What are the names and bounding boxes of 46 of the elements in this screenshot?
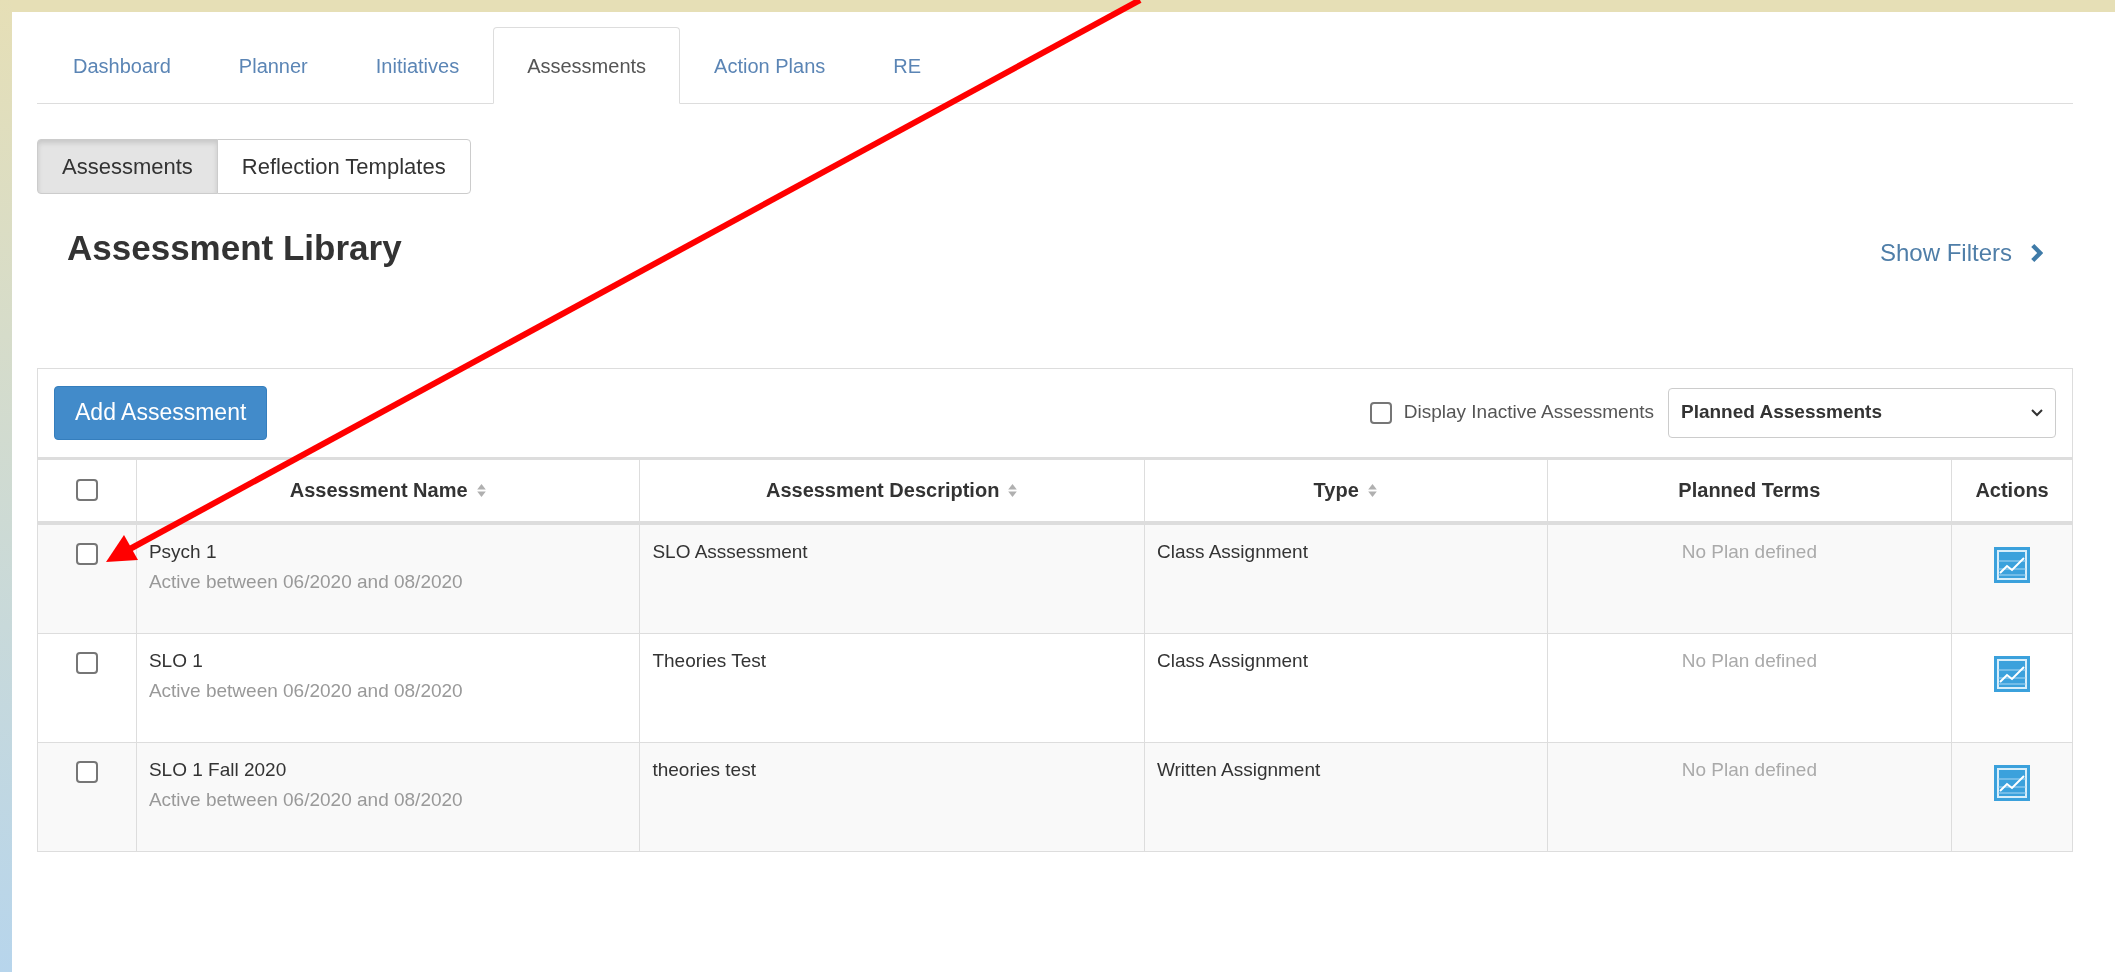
assessment-name: Psych 1	[148, 539, 217, 564]
sub-tab[interactable]: Assessments	[37, 139, 218, 194]
active-dates: Active between 06/2020 and 08/2020	[148, 787, 463, 812]
active-dates: Active between 06/2020 and 08/2020	[148, 569, 463, 594]
checkbox[interactable]	[1369, 401, 1392, 424]
sort-icon[interactable]	[475, 482, 487, 498]
column-header[interactable]: Type	[1313, 475, 1359, 505]
row-checkbox[interactable]	[75, 651, 98, 674]
nav-tab[interactable]: Assessments	[493, 27, 681, 104]
assessment-name: SLO 1 Fall 2020	[148, 757, 287, 782]
row-checkbox[interactable]	[75, 542, 98, 565]
table-cell: theories test	[652, 758, 756, 780]
column-header[interactable]: Assessment Description	[765, 475, 1000, 505]
table-cell: Written Assignment	[1156, 758, 1321, 780]
nav-tab[interactable]: Initiatives	[341, 27, 494, 104]
table-cell: Class Assignment	[1156, 540, 1308, 562]
sort-icon[interactable]	[1007, 482, 1019, 498]
add-assessment-button[interactable]: Add Assessment	[54, 385, 268, 440]
nav-tab[interactable]: Dashboard	[39, 27, 205, 104]
chevron-down-icon	[2031, 408, 2043, 417]
nav-tab[interactable]: Planner	[204, 27, 342, 104]
column-header: Planned Terms	[1678, 478, 1821, 503]
chart-icon[interactable]	[1994, 655, 2031, 692]
chart-icon[interactable]	[1994, 546, 2031, 583]
column-header[interactable]: Assessment Name	[289, 475, 468, 505]
chevron-right-icon	[2030, 243, 2043, 264]
table-cell: SLO Asssessment	[652, 540, 808, 562]
table-cell: Theories Test	[652, 649, 767, 671]
show-filters-link[interactable]: Show Filters	[1879, 235, 2043, 272]
nav-tab[interactable]: Action Plans	[680, 27, 860, 104]
table-cell: No Plan defined	[1681, 649, 1817, 671]
assessment-filter-select[interactable]: Planned Assessments	[1668, 387, 2056, 438]
table-cell: No Plan defined	[1681, 540, 1817, 562]
sub-tab[interactable]: Reflection Templates	[216, 139, 471, 194]
nav-tab[interactable]: RE	[859, 27, 956, 104]
assessment-name: SLO 1	[148, 648, 203, 673]
active-dates: Active between 06/2020 and 08/2020	[148, 678, 463, 703]
column-header: Actions	[1975, 478, 2049, 503]
page-title: Assessment Library	[67, 227, 402, 269]
table-cell: Class Assignment	[1156, 649, 1308, 671]
row-checkbox[interactable]	[75, 760, 98, 783]
select-all-checkbox[interactable]	[75, 479, 98, 501]
sort-icon[interactable]	[1366, 482, 1378, 498]
chart-icon[interactable]	[1994, 764, 2031, 801]
table-cell: No Plan defined	[1681, 758, 1817, 780]
checkbox-label: Display Inactive Assessments	[1403, 400, 1654, 425]
